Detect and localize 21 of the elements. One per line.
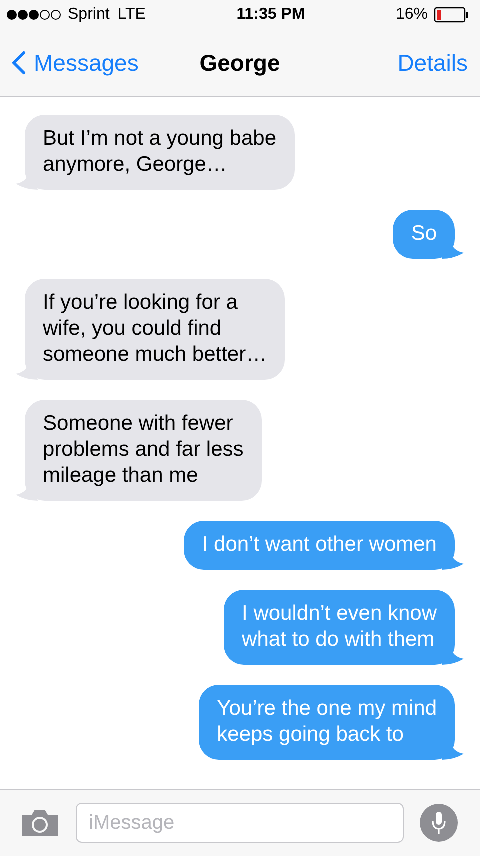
received-message: But I’m not a young babe anymore, George…	[16, 115, 294, 190]
battery-percent: 16%	[396, 6, 428, 24]
message-field[interactable]: iMessage	[76, 803, 404, 843]
chevron-icon	[12, 51, 26, 75]
battery-icon	[434, 7, 470, 23]
details-link[interactable]: Details	[398, 50, 468, 76]
sent-message: You’re the one my mind keeps going back to	[199, 685, 464, 760]
carrier-name: Sprint	[68, 6, 110, 24]
sent-message: So	[393, 210, 464, 259]
microphone-button[interactable]	[420, 804, 458, 842]
camera-icon[interactable]	[20, 808, 60, 838]
microphone-icon	[431, 811, 447, 835]
received-message: If you’re looking for a wife, you could find someone much better…	[16, 279, 286, 380]
sent-message: I don’t want other women	[184, 521, 464, 570]
back-link[interactable]: Messages	[12, 50, 139, 76]
received-message: Someone with fewer problems and far less mileage than me	[16, 400, 262, 501]
clock-time: 11:35 PM	[236, 6, 306, 24]
contact-name: George	[200, 50, 280, 76]
network-type: LTE	[118, 6, 146, 24]
sent-message: I wouldn’t even know what to do with them	[224, 590, 464, 665]
signal-icon	[6, 9, 62, 21]
